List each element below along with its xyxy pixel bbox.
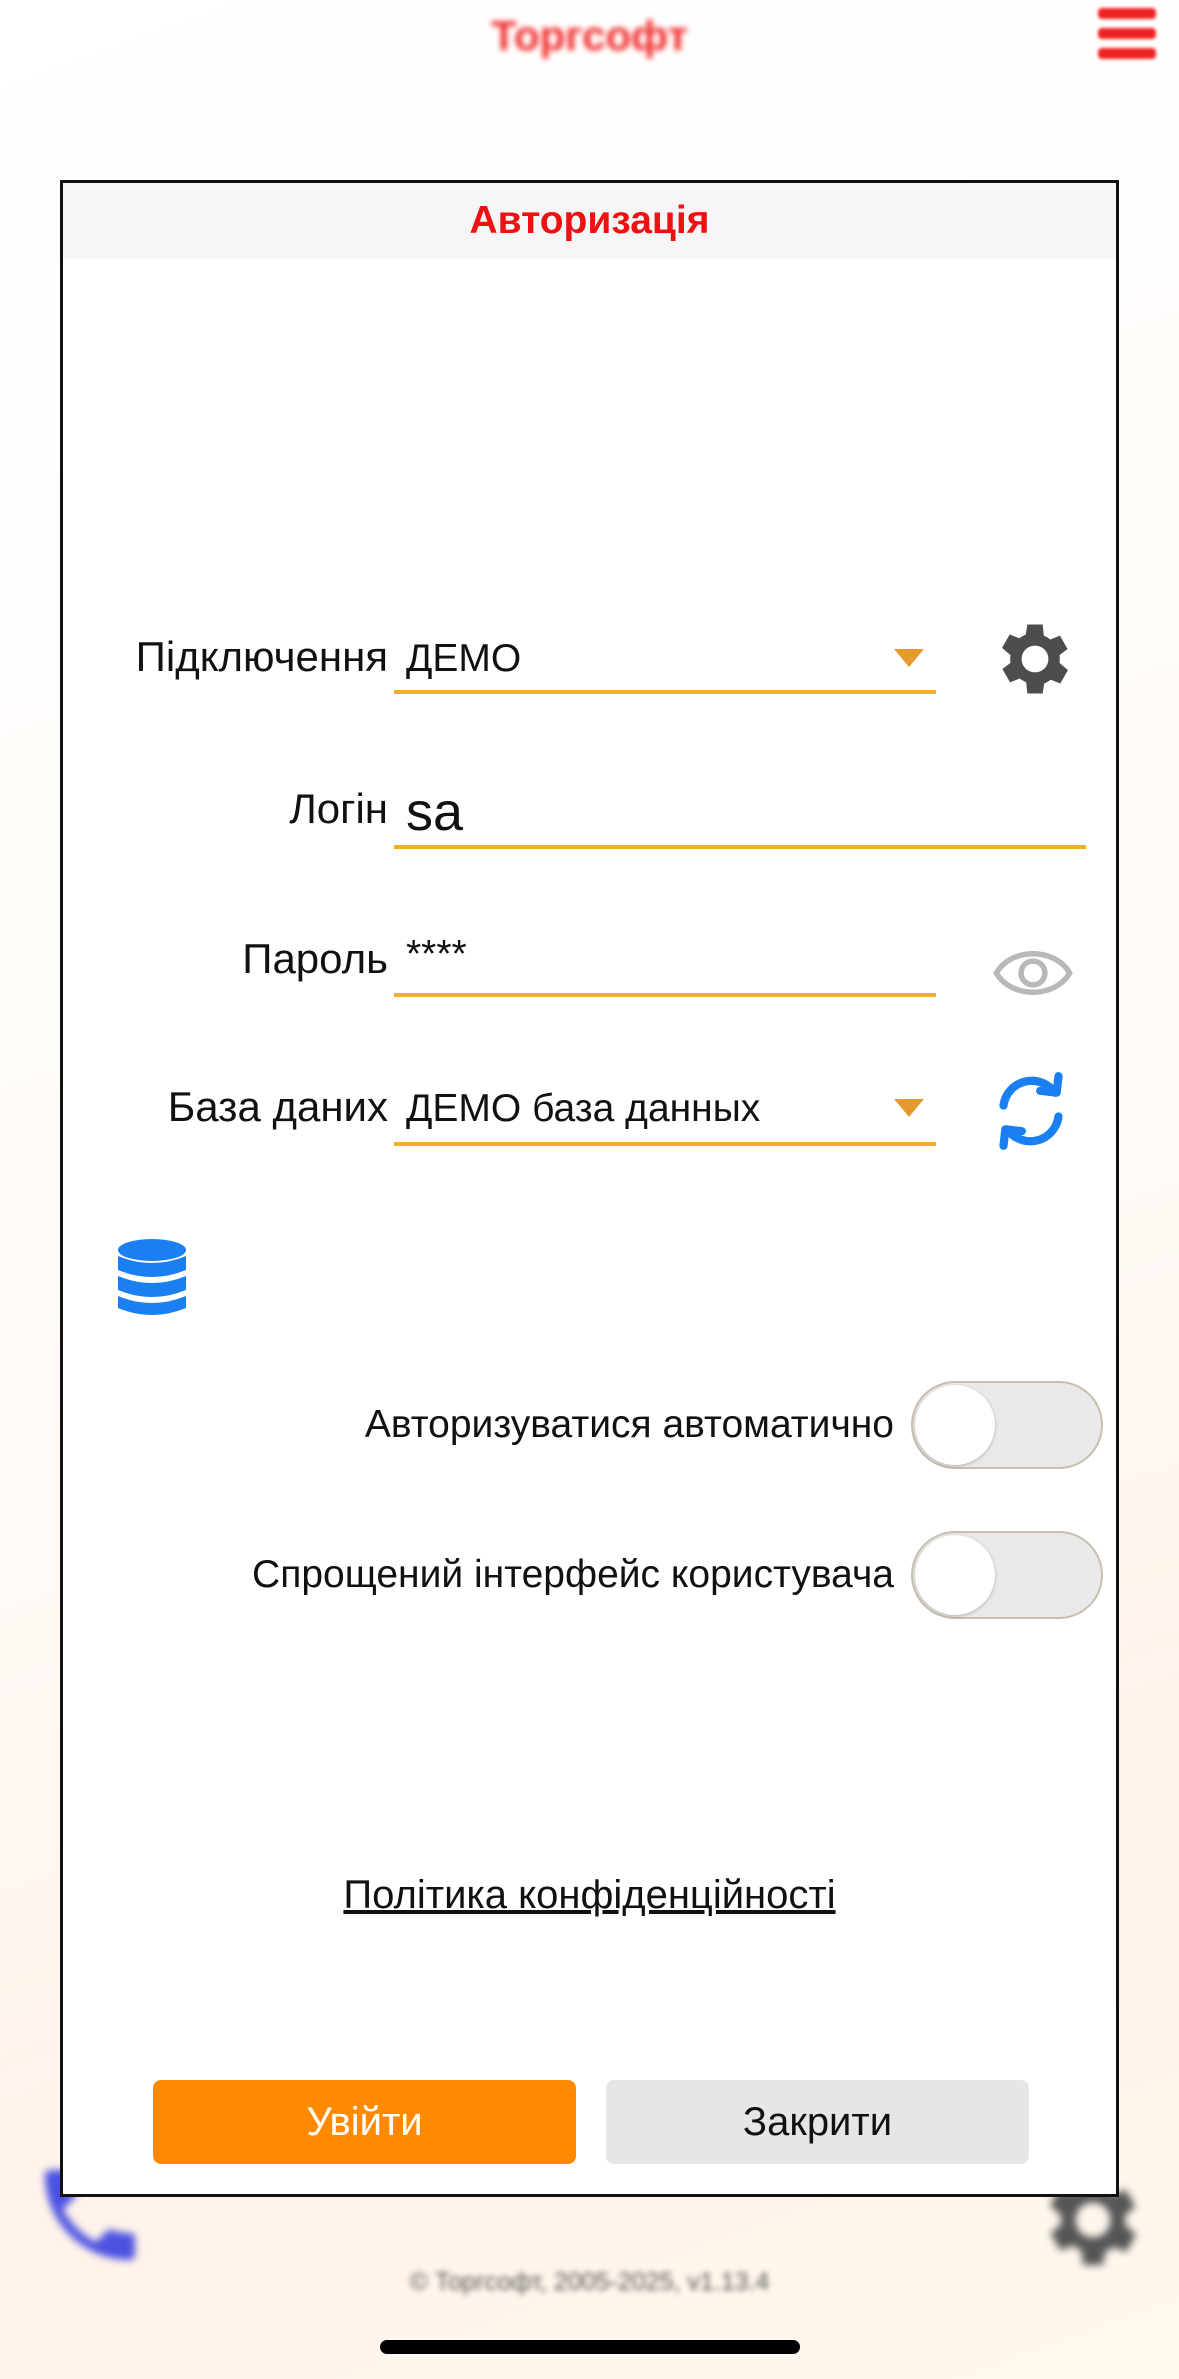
toggle-knob: [915, 1535, 995, 1615]
password-label: Пароль: [242, 935, 388, 982]
dialog-title: Авторизація: [63, 183, 1116, 259]
connection-row: Підключення ДЕМО: [63, 623, 1116, 723]
database-value: ДЕМО база данных: [406, 1087, 761, 1130]
chevron-down-icon: [894, 1099, 924, 1117]
auto-login-row: Авторизуватися автоматично: [63, 1381, 1116, 1473]
eye-icon[interactable]: [989, 929, 1077, 1017]
auto-login-toggle[interactable]: [911, 1381, 1103, 1469]
refresh-icon[interactable]: [987, 1067, 1075, 1155]
password-row: Пароль ****: [63, 925, 1116, 1025]
home-indicator[interactable]: [380, 2340, 800, 2354]
password-input[interactable]: ****: [394, 925, 936, 997]
gear-icon[interactable]: [989, 613, 1081, 705]
simple-ui-row: Спрощений інтерфейс користувача: [63, 1531, 1116, 1623]
database-select[interactable]: ДЕМО база данных: [394, 1073, 936, 1146]
hamburger-menu-icon[interactable]: [1098, 8, 1156, 68]
auto-login-label: Авторизуватися автоматично: [364, 1403, 894, 1446]
connection-select[interactable]: ДЕМО: [394, 623, 936, 694]
login-value: sa: [406, 782, 464, 842]
database-icon[interactable]: [117, 1238, 187, 1320]
simple-ui-label: Спрощений інтерфейс користувача: [252, 1553, 894, 1596]
app-title: Торгсофт: [490, 12, 689, 59]
toggle-knob: [915, 1385, 995, 1465]
copyright-text: © Торгсофт, 2005-2025, v1.13.4: [409, 2268, 770, 2296]
login-row: Логін sa: [63, 775, 1116, 875]
close-button[interactable]: Закрити: [606, 2080, 1029, 2164]
chevron-down-icon: [894, 649, 924, 667]
privacy-policy-link[interactable]: Політика конфіденційності: [63, 1873, 1116, 1918]
login-label: Логін: [289, 785, 388, 832]
connection-label: Підключення: [135, 633, 388, 680]
auth-dialog: Авторизація Підключення ДЕМО Логін sa Па…: [60, 180, 1119, 2197]
database-label: База даних: [167, 1083, 388, 1130]
database-row: База даних ДЕМО база данных: [63, 1072, 1116, 1173]
connection-value: ДЕМО: [406, 637, 522, 680]
simple-ui-toggle[interactable]: [911, 1531, 1103, 1619]
login-button[interactable]: Увійти: [153, 2080, 576, 2164]
login-input[interactable]: sa: [394, 775, 1086, 849]
password-value: ****: [406, 933, 467, 976]
